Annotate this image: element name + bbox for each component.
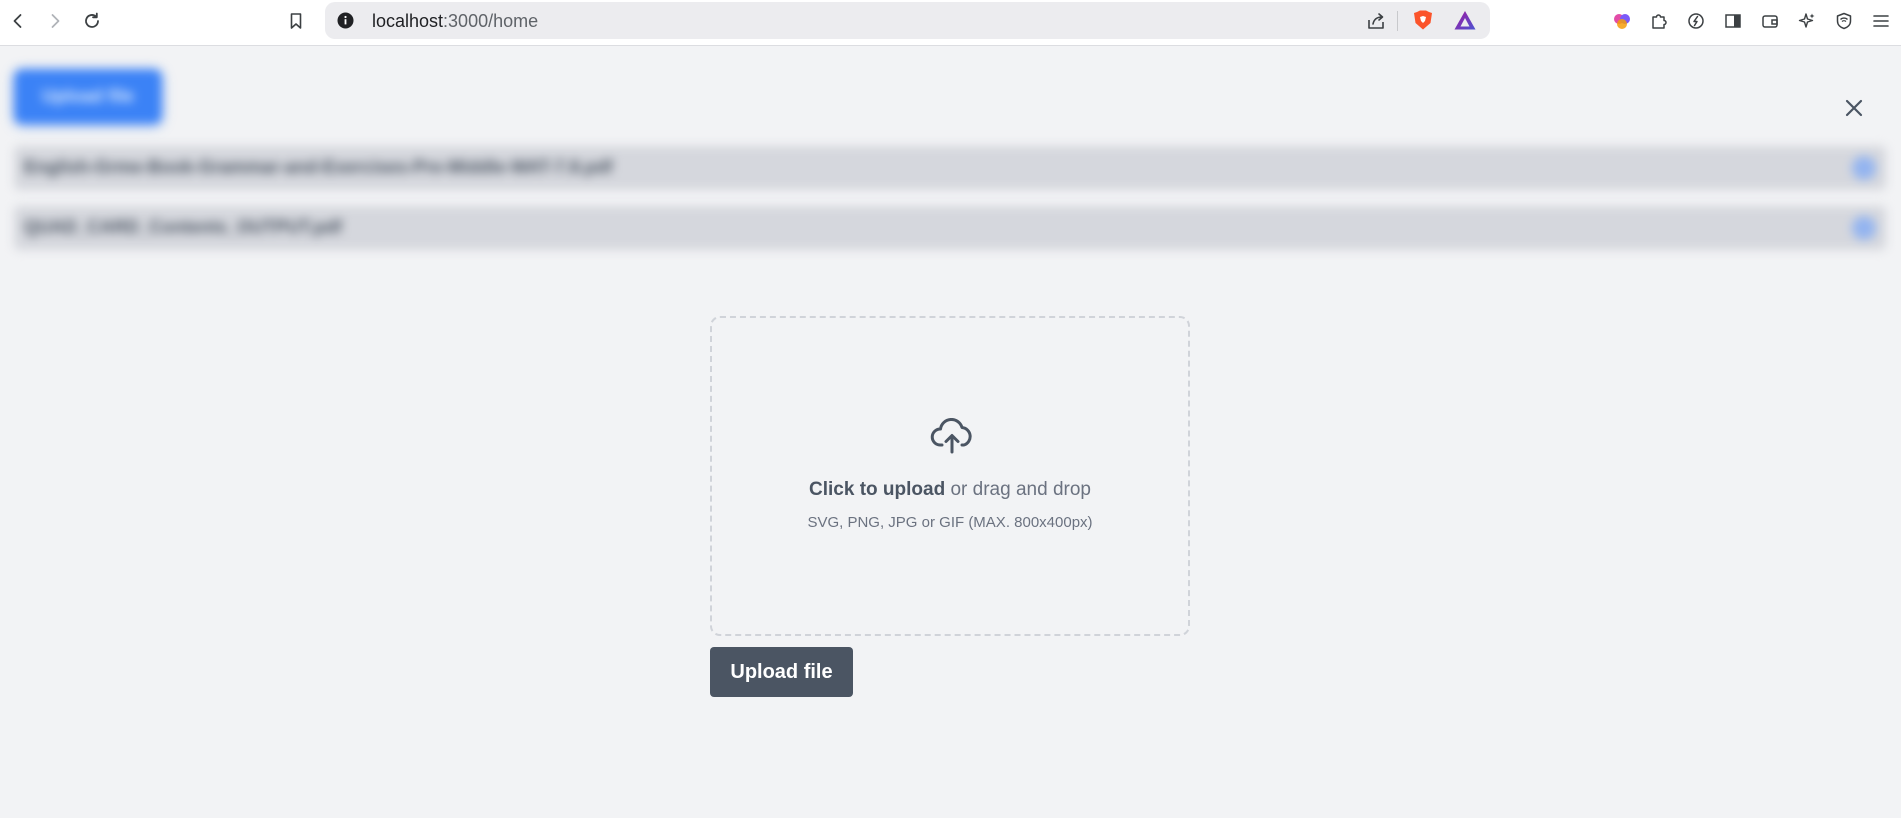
app-menu-button[interactable] — [1868, 8, 1894, 34]
sparkle-icon — [1798, 13, 1815, 28]
bookmark-icon — [290, 13, 302, 29]
dropzone-hint: SVG, PNG, JPG or GIF (MAX. 800x400px) — [807, 514, 1093, 531]
close-icon — [1845, 99, 1863, 117]
separator — [1397, 11, 1398, 31]
leo-ai-icon — [1614, 14, 1630, 29]
info-icon[interactable] — [337, 12, 354, 29]
speedreader-button[interactable] — [1683, 8, 1709, 34]
extensions-button[interactable] — [1646, 8, 1672, 34]
vpn-button[interactable] — [1831, 8, 1857, 34]
dropzone-cta: Click to upload or drag and drop — [712, 479, 1188, 501]
background-file-row: QUAD_CARD_Contents_OUTPUT.pdf — [14, 206, 1886, 250]
click-to-upload-text: Click to upload — [809, 479, 946, 500]
wallet-icon — [1762, 15, 1778, 28]
background-file-name: QUAD_CARD_Contents_OUTPUT.pdf — [24, 217, 343, 237]
back-button[interactable] — [5, 8, 31, 34]
vpn-shield-icon — [1836, 12, 1852, 30]
reload-icon — [85, 12, 99, 28]
url-text[interactable]: localhost:3000/home — [372, 11, 538, 32]
chevron-left-icon — [13, 14, 22, 28]
upload-file-button[interactable]: Upload file — [710, 647, 853, 697]
background-file-name: English-Grme-Book-Grammar-and-Exercises-… — [24, 157, 613, 177]
address-bar[interactable]: localhost:3000/home — [325, 2, 1490, 39]
wallet-button[interactable] — [1757, 8, 1783, 34]
menu-icon — [1873, 15, 1889, 27]
leo-ai-button[interactable] — [1609, 8, 1635, 34]
background-file-row: English-Grme-Book-Grammar-and-Exercises-… — [14, 146, 1886, 190]
browser-toolbar: localhost:3000/home — [0, 0, 1901, 46]
sparkle-button[interactable] — [1794, 8, 1820, 34]
url-host: localhost — [372, 11, 444, 31]
file-dropzone[interactable]: Click to upload or drag and drop SVG, PN… — [710, 316, 1190, 636]
sidebar-icon — [1725, 14, 1741, 28]
cloud-upload-icon — [930, 418, 972, 454]
brave-rewards-icon[interactable] — [1453, 9, 1477, 33]
speedreader-icon — [1688, 13, 1704, 29]
reload-button[interactable] — [79, 8, 105, 34]
forward-button[interactable] — [42, 8, 68, 34]
puzzle-icon — [1652, 14, 1667, 29]
bookmark-button[interactable] — [283, 8, 309, 34]
background-row-action — [1852, 156, 1876, 180]
sidebar-button[interactable] — [1720, 8, 1746, 34]
close-button[interactable] — [1840, 94, 1868, 122]
background-row-action — [1852, 216, 1876, 240]
share-icon[interactable] — [1365, 10, 1387, 32]
url-path: :3000/home — [443, 11, 539, 31]
chevron-right-icon — [51, 14, 60, 28]
drag-drop-text: or drag and drop — [945, 479, 1091, 500]
background-upload-button: Upload file — [14, 69, 162, 124]
brave-shields-icon[interactable] — [1411, 8, 1435, 32]
